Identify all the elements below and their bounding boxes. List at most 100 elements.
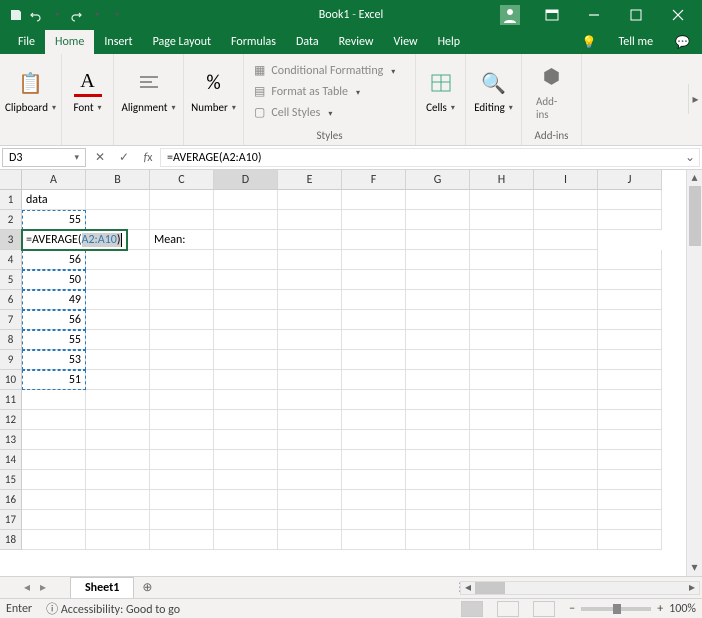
cell-E11[interactable] [278, 390, 342, 410]
cell-D15[interactable] [214, 470, 278, 490]
tab-home[interactable]: Home [45, 30, 94, 54]
cell-G13[interactable] [406, 430, 470, 450]
cell-J15[interactable] [598, 470, 662, 490]
cells-button[interactable]: Cells [420, 65, 461, 118]
cell-B14[interactable] [86, 450, 150, 470]
next-sheet-icon[interactable]: ▸ [40, 580, 46, 595]
save-icon[interactable] [8, 7, 24, 23]
prev-sheet-icon[interactable]: ◂ [24, 580, 30, 595]
accessibility-status[interactable]: ⓘ Accessibility: Good to go [46, 600, 180, 617]
cell-D13[interactable] [214, 430, 278, 450]
cell-C10[interactable] [150, 370, 214, 390]
cell-B1[interactable] [86, 190, 150, 210]
hscroll-thumb[interactable] [475, 582, 505, 594]
cell-B9[interactable] [86, 350, 150, 370]
cell-C11[interactable] [150, 390, 214, 410]
redo-dropdown-icon[interactable] [88, 7, 104, 23]
cell-J17[interactable] [598, 510, 662, 530]
cell-B6[interactable] [86, 290, 150, 310]
cell-A16[interactable] [22, 490, 86, 510]
cell-H11[interactable] [470, 390, 534, 410]
cell-C18[interactable] [150, 530, 214, 550]
cell-F13[interactable] [342, 430, 406, 450]
expand-formula-icon[interactable]: ⌄ [685, 150, 695, 165]
zoom-control[interactable]: − + 100% [569, 602, 696, 616]
cell-G11[interactable] [406, 390, 470, 410]
alignment-button[interactable]: Alignment [116, 65, 182, 118]
enter-icon[interactable]: ✓ [112, 150, 136, 165]
zoom-slider[interactable] [581, 607, 651, 611]
row-header-8[interactable]: 8 [0, 330, 22, 350]
cell-F14[interactable] [342, 450, 406, 470]
cell-H2[interactable] [470, 210, 534, 230]
cell-G4[interactable] [406, 250, 470, 270]
cell-F16[interactable] [342, 490, 406, 510]
cell-E17[interactable] [278, 510, 342, 530]
zoom-in-icon[interactable]: + [657, 602, 663, 616]
format-as-table-button[interactable]: ▤Format as Table [250, 82, 399, 101]
row-header-7[interactable]: 7 [0, 310, 22, 330]
cell-A8[interactable]: 55 [22, 330, 86, 350]
cell-G15[interactable] [406, 470, 470, 490]
cell-E10[interactable] [278, 370, 342, 390]
cell-J3[interactable] [534, 230, 598, 250]
cell-J10[interactable] [598, 370, 662, 390]
sheet-nav[interactable]: ◂▸ [0, 577, 70, 598]
cell-C16[interactable] [150, 490, 214, 510]
select-all-corner[interactable] [0, 170, 22, 190]
col-header-E[interactable]: E [278, 170, 342, 190]
addins-button[interactable]: ⬢Add-ins [530, 59, 573, 125]
cell-A6[interactable]: 49 [22, 290, 86, 310]
add-sheet-button[interactable]: ⊕ [134, 577, 160, 598]
row-header-1[interactable]: 1 [0, 190, 22, 210]
cell-D8[interactable] [214, 330, 278, 350]
cell-G10[interactable] [406, 370, 470, 390]
row-header-10[interactable]: 10 [0, 370, 22, 390]
cell-C2[interactable] [150, 210, 214, 230]
cell-H10[interactable] [470, 370, 534, 390]
ribbon-display-icon[interactable] [532, 1, 572, 29]
col-header-I[interactable]: I [534, 170, 598, 190]
cell-C6[interactable] [150, 290, 214, 310]
cancel-icon[interactable]: ✕ [88, 150, 112, 165]
editing-button[interactable]: 🔍Editing [468, 65, 519, 118]
hscroll-left-icon[interactable]: ◂ [461, 582, 475, 594]
row-header-16[interactable]: 16 [0, 490, 22, 510]
tab-insert[interactable]: Insert [94, 30, 142, 54]
cell-G16[interactable] [406, 490, 470, 510]
cell-D1[interactable] [214, 190, 278, 210]
row-header-9[interactable]: 9 [0, 350, 22, 370]
cell-C15[interactable] [150, 470, 214, 490]
cell-A14[interactable] [22, 450, 86, 470]
row-header-6[interactable]: 6 [0, 290, 22, 310]
col-header-D[interactable]: D [214, 170, 278, 190]
tab-review[interactable]: Review [329, 30, 384, 54]
cell-I17[interactable] [534, 510, 598, 530]
cell-A10[interactable]: 51 [22, 370, 86, 390]
cell-E1[interactable] [278, 190, 342, 210]
col-header-H[interactable]: H [470, 170, 534, 190]
col-header-G[interactable]: G [406, 170, 470, 190]
cell-H7[interactable] [470, 310, 534, 330]
cell-H18[interactable] [470, 530, 534, 550]
cell-G17[interactable] [406, 510, 470, 530]
sheet-tab-1[interactable]: Sheet1 [70, 577, 134, 598]
cell-H5[interactable] [470, 270, 534, 290]
cell-G9[interactable] [406, 350, 470, 370]
cell-E16[interactable] [278, 490, 342, 510]
cell-I16[interactable] [534, 490, 598, 510]
page-break-view-button[interactable] [533, 601, 555, 617]
cell-H9[interactable] [470, 350, 534, 370]
cell-G8[interactable] [406, 330, 470, 350]
cell-B2[interactable] [86, 210, 150, 230]
cell-G6[interactable] [406, 290, 470, 310]
cell-G2[interactable] [406, 210, 470, 230]
cell-H14[interactable] [470, 450, 534, 470]
cell-J4[interactable] [598, 250, 662, 270]
normal-view-button[interactable] [461, 601, 483, 617]
col-header-A[interactable]: A [22, 170, 86, 190]
cell-A7[interactable]: 56 [22, 310, 86, 330]
chevron-down-icon[interactable]: ▾ [74, 152, 79, 163]
cell-C4[interactable] [150, 250, 214, 270]
cell-J11[interactable] [598, 390, 662, 410]
